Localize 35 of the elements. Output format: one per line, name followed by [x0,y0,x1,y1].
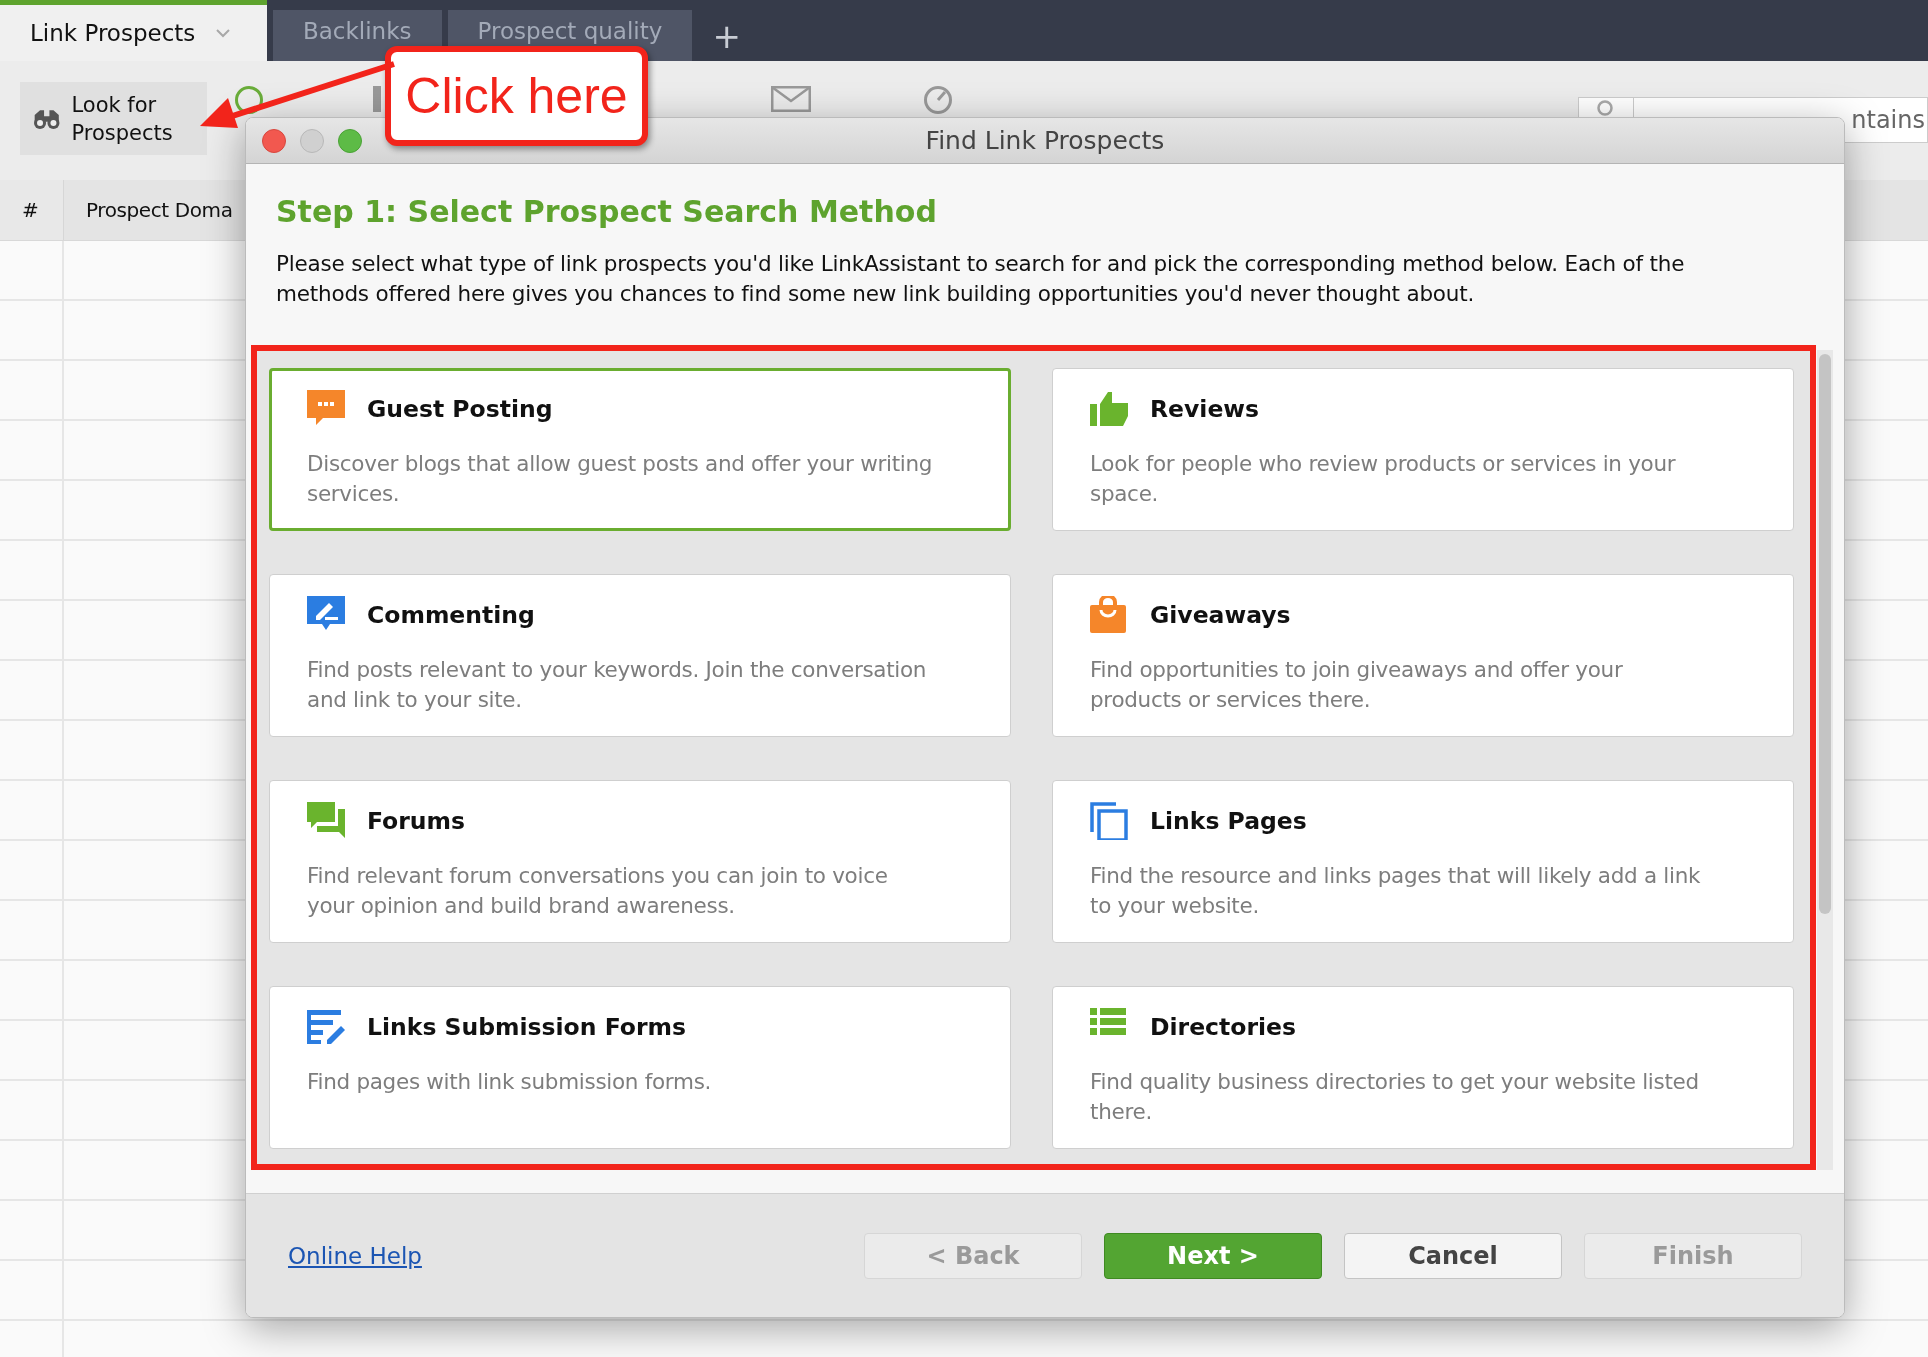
card-title: Giveaways [1150,601,1291,629]
help-link[interactable]: Online Help [288,1242,422,1269]
card-title: Commenting [367,601,535,629]
toolbar-button[interactable]: Look for Prospects [20,82,207,155]
card-title: Links Pages [1150,807,1307,835]
method-card[interactable]: Reviews Look for people who review products or services in your space. [1052,368,1794,531]
add-tab-button[interactable]: + [698,10,755,61]
card-title: Guest Posting [367,395,553,423]
callout-tooltip: Click here [385,46,648,146]
card-title: Forums [367,807,466,835]
instructions-text: Please select what type of link prospects you'd like LinkAssistant to search for and pick the corresponding method below. Each of the methods offered here gives you chances to find some new link building opportunities you'd never thought about. [275,250,1686,308]
card-description: Find posts relevant to your keywords. Join the conversation and link to your site. [307,656,928,714]
card-description: Discover blogs that allow guest posts and offer your writing services. [307,450,934,508]
method-card[interactable]: Directories Find quality business directories to get your website listed there. [1052,986,1794,1149]
column-header[interactable]: Prospect Doma [64,180,233,240]
card-description: Find relevant forum conversations you can join to voice your opinion and build brand awareness. [307,862,889,920]
card-description: Find pages with link submission forms. [307,1068,713,1096]
card-title: Reviews [1150,395,1260,423]
tab[interactable]: Link Prospects [0,0,267,61]
method-card[interactable]: Links Pages Find the resource and links pages that will likely add a link to your website. [1052,780,1794,943]
method-card[interactable]: Giveaways Find opportunities to join giveaways and offer your products or services there. [1052,574,1794,737]
method-card[interactable]: Forums Find relevant forum conversations you can join to voice your opinion and build brand awareness. [269,780,1011,943]
card-description: Find quality business directories to get your website listed there. [1090,1068,1700,1126]
method-card[interactable]: Commenting Find posts relevant to your keywords. Join the conversation and link to your site. [269,574,1011,737]
step-heading: Step 1: Select Prospect Search Method [275,193,938,229]
method-card[interactable]: Guest Posting Discover blogs that allow guest posts and offer your writing services. [269,368,1011,531]
dialog-button[interactable]: Cancel [1344,1232,1562,1279]
column-header[interactable]: # [0,180,64,240]
window-title: Find Link Prospects [925,126,1165,155]
card-title: Links Submission Forms [367,1013,686,1041]
card-title: Directories [1150,1013,1296,1041]
card-description: Look for people who review products or services in your space. [1090,450,1677,508]
card-description: Find opportunities to join giveaways and offer your products or services there. [1090,656,1624,714]
card-description: Find the resource and links pages that will likely add a link to your website. [1090,862,1702,920]
method-card[interactable]: Links Submission Forms Find pages with link submission forms. [269,986,1011,1149]
